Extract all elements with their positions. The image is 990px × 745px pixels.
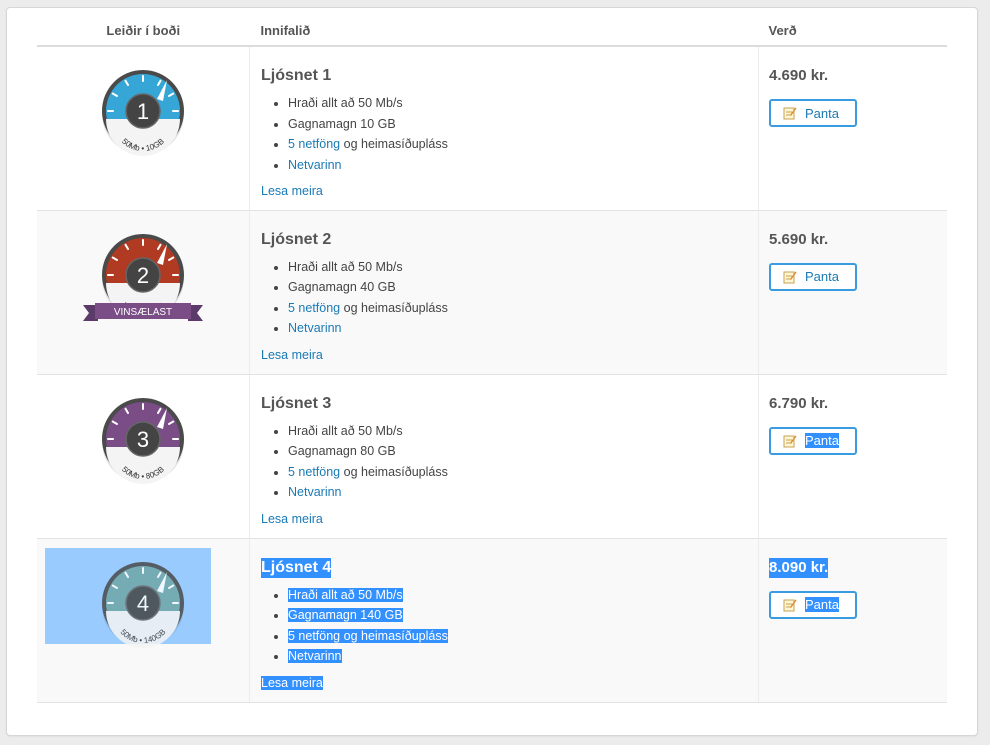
plan-contents-cell: Ljósnet 4 Hraði allt að 50 Mb/s Gagnamag… <box>249 538 759 703</box>
edit-note-icon <box>783 271 797 283</box>
plan-price: 5.690 kr. <box>769 230 829 248</box>
order-button-label: Panta <box>805 597 839 612</box>
speed-gauge-1: 150Mb • 10GB <box>102 70 184 156</box>
feature-list: Hraði allt að 50 Mb/s Gagnamagn 80 GB 5 … <box>261 421 758 503</box>
feature-email-rest: og heimasíðupláss <box>340 628 448 643</box>
popular-badge: VINSÆLAST <box>114 307 172 318</box>
read-more-link[interactable]: Lesa meira <box>261 512 323 526</box>
feature-data: Gagnamagn 40 GB <box>288 277 758 298</box>
feature-email-rest: og heimasíðupláss <box>340 464 448 479</box>
plan-price-cell: 5.690 kr. Panta <box>758 210 947 375</box>
speed-gauge-3: 350Mb • 80GB <box>102 397 184 484</box>
plan-price: 8.090 kr. <box>769 557 829 578</box>
plan-name: Ljósnet 4 <box>261 557 332 578</box>
feature-security: Netvarinn <box>288 155 758 176</box>
email-link[interactable]: 5 netföng <box>288 301 340 315</box>
plan-name: Ljósnet 2 <box>261 230 332 248</box>
speed-gauge-4: 450Mb • 140GB <box>102 561 184 648</box>
plan-contents-cell: Ljósnet 2 Hraði allt að 50 Mb/s Gagnamag… <box>249 210 759 375</box>
feature-email-rest: og heimasíðupláss <box>340 300 448 315</box>
plan-name: Ljósnet 3 <box>261 394 332 412</box>
security-link[interactable]: Netvarinn <box>288 485 342 499</box>
feature-speed: Hraði allt að 50 Mb/s <box>288 585 758 606</box>
edit-note-icon <box>783 599 797 611</box>
header-contents: Innifalið <box>249 16 759 47</box>
email-link[interactable]: 5 netföng <box>288 465 340 479</box>
feature-data: Gagnamagn 10 GB <box>288 114 758 135</box>
gauge-number: 2 <box>137 263 149 288</box>
gauge-number: 4 <box>137 591 149 616</box>
gauge-number: 3 <box>137 427 149 452</box>
edit-note-icon <box>783 435 797 447</box>
plan-gauge-cell: 3 50Mb • 80GB <box>37 374 250 539</box>
plan-price: 4.690 kr. <box>769 67 829 84</box>
speed-gauge-2: 250Mb • 40GBVINSÆLAST <box>83 233 203 321</box>
header-plans: Leiðir í boði <box>37 16 250 47</box>
feature-speed-text: Hraði allt að 50 Mb/s <box>288 587 403 602</box>
plan-row: 250Mb • 40GBVINSÆLAST Ljósnet 2 Hraði al… <box>37 210 947 375</box>
security-link[interactable]: Netvarinn <box>288 158 342 172</box>
feature-email: 5 netföng og heimasíðupláss <box>288 134 758 155</box>
plan-price-cell: 4.690 kr. Panta <box>758 46 947 211</box>
email-link[interactable]: 5 netföng <box>288 629 340 643</box>
plans-card: Leiðir í boði Innifalið Verð 1 50Mb • 10G… <box>6 7 978 736</box>
feature-list: Hraði allt að 50 Mb/s Gagnamagn 40 GB 5 … <box>261 257 758 339</box>
order-button-label: Panta <box>805 269 839 284</box>
plan-name: Ljósnet 1 <box>261 67 332 84</box>
feature-data-text: Gagnamagn 140 GB <box>288 608 403 622</box>
feature-email: 5 netföng og heimasíðupláss <box>288 626 758 647</box>
plan-gauge-cell: 250Mb • 40GBVINSÆLAST <box>37 210 250 375</box>
feature-security: Netvarinn <box>288 646 758 667</box>
feature-email: 5 netföng og heimasíðupláss <box>288 298 758 319</box>
plan-price: 6.790 kr. <box>769 394 829 412</box>
feature-data: Gagnamagn 140 GB <box>288 605 758 626</box>
order-button[interactable]: Panta <box>769 262 857 291</box>
plan-gauge-cell: 1 50Mb • 10GB <box>37 46 250 211</box>
feature-data: Gagnamagn 80 GB <box>288 441 758 462</box>
plan-row: 150Mb • 10GB Ljósnet 1 Hraði allt að 50 … <box>37 46 947 211</box>
plans-table: Leiðir í boði Innifalið Verð 1 50Mb • 10G… <box>37 16 947 703</box>
email-link[interactable]: 5 netföng <box>288 137 340 151</box>
security-link[interactable]: Netvarinn <box>288 321 342 335</box>
read-more-link[interactable]: Lesa meira <box>261 675 323 690</box>
feature-security: Netvarinn <box>288 318 758 339</box>
feature-list: Hraði allt að 50 Mb/s Gagnamagn 10 GB 5 … <box>261 93 758 175</box>
gauge-number: 1 <box>137 99 149 124</box>
plan-contents-cell: Ljósnet 3 Hraði allt að 50 Mb/s Gagnamag… <box>249 374 759 539</box>
feature-email: 5 netföng og heimasíðupláss <box>288 462 758 483</box>
order-button-label: Panta <box>805 433 839 448</box>
order-button[interactable]: Panta <box>769 99 857 127</box>
read-more-link[interactable]: Lesa meira <box>261 348 323 362</box>
security-link[interactable]: Netvarinn <box>288 649 342 663</box>
header-price: Verð <box>758 16 947 47</box>
plan-price-cell: 6.790 kr. Panta <box>758 374 947 539</box>
order-button[interactable]: Panta <box>769 590 857 619</box>
feature-list: Hraði allt að 50 Mb/s Gagnamagn 140 GB 5… <box>261 585 758 667</box>
plan-gauge-cell: 4 50Mb • 140GB <box>37 538 250 703</box>
plan-contents-cell: Ljósnet 1 Hraði allt að 50 Mb/s Gagnamag… <box>249 46 759 211</box>
plan-row: 450Mb • 140GB Ljósnet 4 Hraði allt að 50… <box>37 538 947 703</box>
plan-price-cell: 8.090 kr. Panta <box>758 538 947 703</box>
feature-email-rest: og heimasíðupláss <box>340 137 448 151</box>
edit-note-icon <box>783 107 797 120</box>
read-more-link[interactable]: Lesa meira <box>261 184 323 198</box>
feature-speed: Hraði allt að 50 Mb/s <box>288 421 758 442</box>
order-button-label: Panta <box>805 105 839 121</box>
order-button[interactable]: Panta <box>769 426 857 455</box>
plan-row: 350Mb • 80GB Ljósnet 3 Hraði allt að 50 … <box>37 374 947 539</box>
feature-speed: Hraði allt að 50 Mb/s <box>288 93 758 114</box>
feature-security: Netvarinn <box>288 482 758 503</box>
feature-speed: Hraði allt að 50 Mb/s <box>288 257 758 278</box>
